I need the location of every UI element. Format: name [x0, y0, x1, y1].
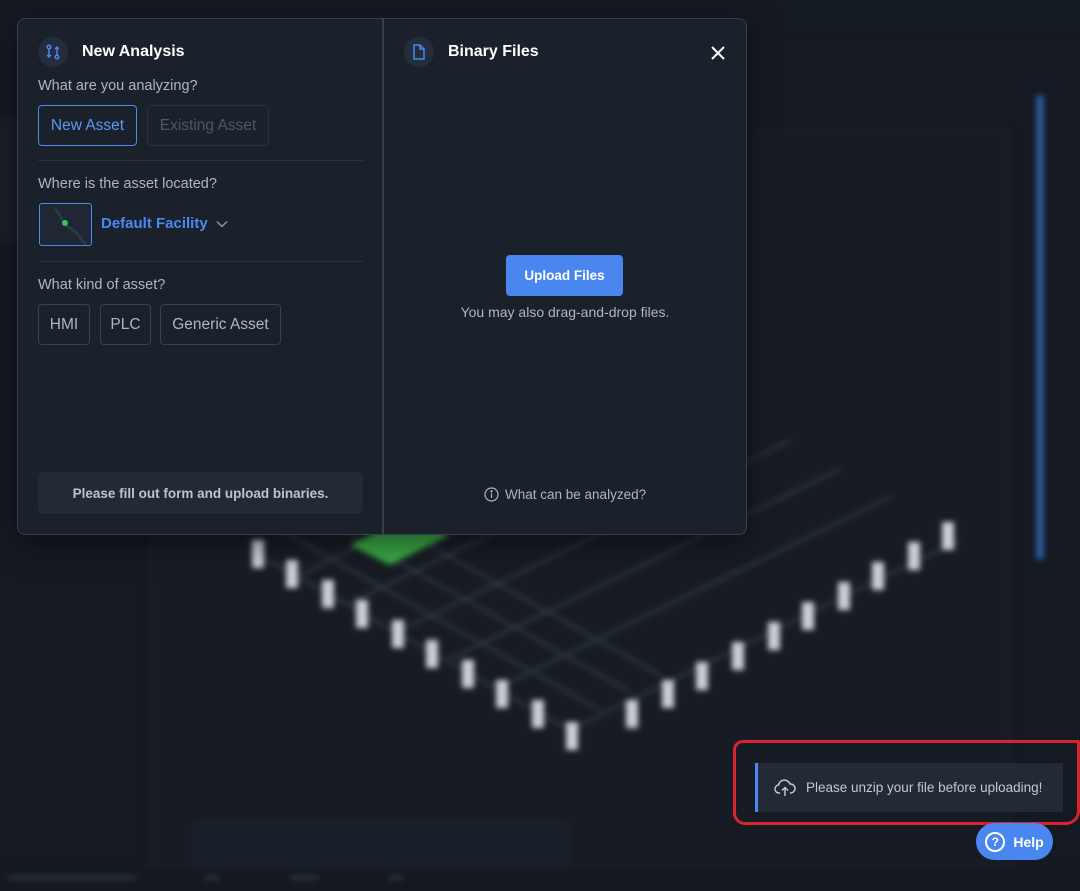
help-button[interactable]: ? Help: [976, 823, 1053, 860]
drag-drop-hint: You may also drag-and-drop files.: [460, 304, 670, 320]
facility-map-thumbnail[interactable]: [39, 203, 92, 246]
binary-files-title: Binary Files: [448, 43, 539, 60]
asset-type-plc-button[interactable]: PLC: [100, 304, 151, 345]
binary-files-header: Binary Files: [404, 37, 539, 67]
close-button[interactable]: [708, 43, 728, 63]
page-title: New Analysis: [82, 43, 185, 60]
new-asset-button[interactable]: New Asset: [38, 105, 137, 146]
what-can-be-analyzed-link[interactable]: What can be analyzed?: [484, 487, 646, 502]
help-icon: ?: [985, 831, 1006, 852]
facility-dropdown[interactable]: Default Facility: [101, 215, 228, 232]
divider: [38, 261, 363, 262]
form-status-message: Please fill out form and upload binaries…: [38, 472, 363, 514]
info-link-label: What can be analyzed?: [505, 487, 647, 502]
asset-type-hmi-button[interactable]: HMI: [38, 304, 90, 345]
facility-label: Default Facility: [101, 215, 208, 232]
cloud-upload-icon: [774, 778, 796, 796]
chevron-down-icon: [216, 220, 228, 228]
question-location: Where is the asset located?: [38, 176, 217, 192]
analysis-header: New Analysis: [38, 37, 185, 67]
toast-message: Please unzip your file before uploading!: [806, 780, 1043, 795]
question-kind: What kind of asset?: [38, 277, 166, 293]
asset-type-generic-button[interactable]: Generic Asset: [160, 304, 281, 345]
help-label: Help: [1013, 833, 1044, 850]
upload-files-button[interactable]: Upload Files: [506, 255, 623, 296]
existing-asset-button[interactable]: Existing Asset: [147, 105, 269, 146]
git-compare-icon: [38, 37, 68, 67]
question-analyzing: What are you analyzing?: [38, 78, 198, 94]
file-icon: [404, 37, 434, 67]
analysis-form-pane: New Analysis What are you analyzing? New…: [18, 19, 384, 534]
new-analysis-modal: New Analysis What are you analyzing? New…: [17, 18, 747, 535]
binary-files-pane: Binary Files Upload Files You may also d…: [384, 19, 746, 534]
close-icon: [711, 46, 725, 60]
info-icon: [484, 487, 499, 502]
divider: [38, 160, 363, 161]
toast-notification: Please unzip your file before uploading!: [755, 763, 1063, 812]
